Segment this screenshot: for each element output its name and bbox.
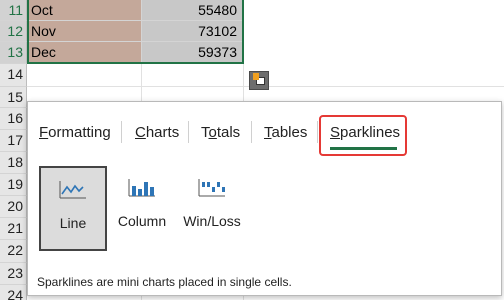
empty-cell[interactable] — [27, 296, 142, 300]
tab-tables[interactable]: Tables — [264, 124, 307, 141]
row-header[interactable]: 11 — [0, 0, 27, 21]
empty-cell[interactable] — [27, 87, 142, 101]
row-header[interactable]: 15 — [0, 87, 27, 108]
sparkline-line-icon — [59, 181, 86, 199]
sparkline-column-icon — [128, 179, 155, 197]
option-label: Line — [59, 215, 87, 231]
sparkline-column-button[interactable]: Column — [112, 166, 172, 251]
row-header[interactable]: 24 — [0, 285, 27, 300]
row-header[interactable]: 13 — [0, 42, 27, 64]
option-label: Column — [117, 213, 167, 229]
row-header[interactable]: 14 — [0, 64, 27, 87]
quick-analysis-panel: Formatting Charts Totals Tables Sparklin… — [27, 101, 502, 296]
row-header[interactable]: 21 — [0, 218, 27, 240]
highlight-callout — [319, 115, 407, 156]
selection-border — [27, 0, 244, 64]
row-header[interactable]: 20 — [0, 196, 27, 218]
empty-cell[interactable] — [142, 87, 244, 101]
row-header[interactable]: 16 — [0, 108, 27, 130]
sparkline-winloss-icon — [198, 179, 225, 197]
tab-divider — [251, 121, 252, 143]
sparkline-line-button[interactable]: Line — [39, 166, 107, 251]
tab-totals[interactable]: Totals — [201, 124, 240, 141]
option-label: Win/Loss — [183, 213, 241, 229]
tab-charts[interactable]: Charts — [135, 124, 179, 141]
row-header[interactable]: 23 — [0, 263, 27, 285]
row-header[interactable]: 19 — [0, 174, 27, 196]
row-header[interactable]: 17 — [0, 130, 27, 152]
sparkline-winloss-button[interactable]: Win/Loss — [178, 166, 246, 251]
empty-cell[interactable] — [244, 64, 504, 87]
empty-cell[interactable] — [142, 64, 244, 87]
empty-cell[interactable] — [142, 296, 244, 300]
lightning-icon — [253, 73, 259, 80]
tab-divider — [317, 121, 318, 143]
empty-cell[interactable] — [244, 87, 504, 101]
tab-formatting[interactable]: Formatting — [39, 124, 111, 141]
row-header[interactable]: 12 — [0, 21, 27, 42]
quick-analysis-button[interactable] — [249, 71, 269, 90]
panel-description: Sparklines are mini charts placed in sin… — [37, 275, 292, 289]
row-header[interactable]: 22 — [0, 240, 27, 263]
tab-divider — [121, 121, 122, 143]
tab-divider — [188, 121, 189, 143]
empty-cell[interactable] — [27, 64, 142, 87]
row-header[interactable]: 18 — [0, 152, 27, 174]
